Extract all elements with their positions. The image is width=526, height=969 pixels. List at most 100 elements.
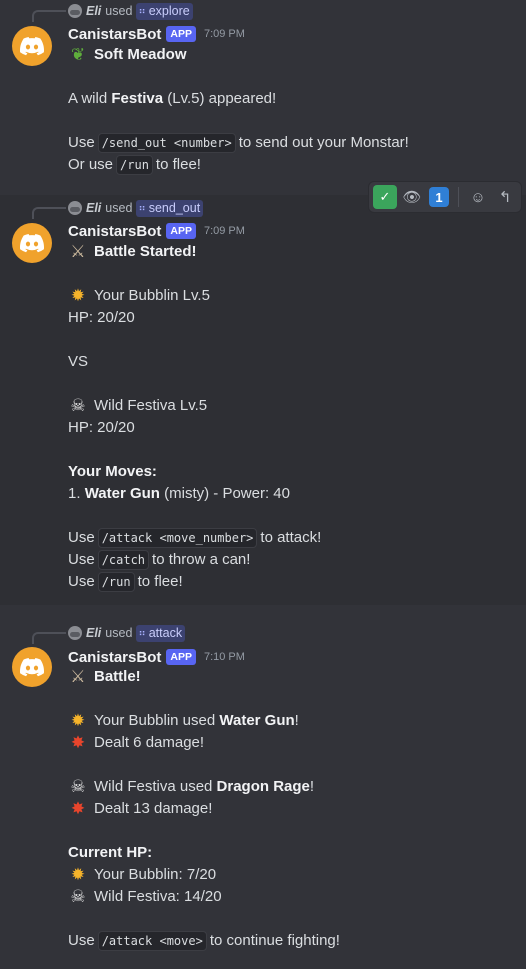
- reply-username[interactable]: Eli: [86, 626, 101, 640]
- inline-code: /catch: [97, 550, 150, 570]
- sun-icon: ✹: [70, 711, 86, 730]
- text: to continue fighting!: [209, 932, 340, 949]
- text: to flee!: [137, 573, 183, 590]
- text: Your Bubblin Lv.5: [94, 287, 210, 304]
- reply-username[interactable]: Eli: [86, 4, 101, 18]
- slash-command-icon: ⠶: [138, 202, 146, 214]
- text: A wild: [68, 90, 108, 107]
- move-name: Water Gun: [219, 712, 295, 729]
- herb-icon: ❦: [70, 45, 86, 64]
- crossed-swords-icon: ⚔: [70, 667, 86, 686]
- inline-code: /attack <move>: [97, 931, 207, 951]
- reply-icon[interactable]: ↰: [493, 185, 517, 209]
- app-tag: APP: [166, 649, 196, 665]
- text: HP: 20/20: [68, 309, 135, 326]
- author-name[interactable]: CanistarsBot: [68, 26, 161, 43]
- toolbar-divider: [458, 187, 459, 207]
- slash-command-icon: ⠶: [138, 627, 146, 639]
- text: Or use: [68, 156, 114, 173]
- message-attack[interactable]: Eli used ⠶ attack CanistarsBot APP 7:10 …: [0, 605, 526, 969]
- text: Use: [68, 529, 95, 546]
- inline-code: /send_out <number>: [97, 133, 236, 153]
- text: Use: [68, 551, 95, 568]
- text: to attack!: [260, 529, 322, 546]
- message-action-toolbar: ✓ 👁 1 ☺ ↰: [368, 181, 522, 213]
- number-one-reaction[interactable]: 1: [429, 187, 449, 207]
- text: (Lv.5) appeared!: [167, 90, 277, 107]
- text: Use: [68, 573, 95, 590]
- timestamp[interactable]: 7:09 PM: [204, 225, 245, 237]
- command-pill-send-out[interactable]: ⠶ send_out: [136, 199, 204, 217]
- eyes-reaction[interactable]: 👁: [400, 185, 424, 209]
- hp-header: Current HP:: [68, 844, 153, 861]
- app-tag: APP: [166, 26, 196, 42]
- command-pill-explore[interactable]: ⠶ explore: [136, 2, 193, 20]
- text: Dealt 6 damage!: [94, 734, 205, 751]
- command-reply-line[interactable]: Eli used ⠶ send_out: [32, 199, 204, 219]
- message-body: ⚔ Battle! ✹ Your Bubblin used Water Gun! ✸…: [68, 666, 518, 952]
- text: Your Bubblin: 7/20: [94, 866, 217, 883]
- battle-title: Battle Started!: [94, 243, 197, 260]
- discord-logo-icon: [20, 658, 44, 677]
- command-name: send_out: [148, 201, 201, 215]
- text: !: [294, 712, 299, 729]
- reply-spine: [32, 632, 66, 644]
- reply-spine: [32, 207, 66, 219]
- monster-name: Festiva: [111, 90, 164, 107]
- bot-avatar[interactable]: [12, 26, 52, 66]
- timestamp[interactable]: 7:09 PM: [204, 28, 245, 40]
- text: Wild Festiva used: [94, 778, 213, 795]
- text: Dealt 13 damage!: [94, 800, 213, 817]
- skull-icon: ☠: [70, 396, 86, 415]
- command-pill-attack[interactable]: ⠶ attack: [136, 624, 186, 642]
- message-send-out[interactable]: Eli used ⠶ send_out CanistarsBot APP 7:0…: [0, 195, 526, 605]
- text: to flee!: [155, 156, 201, 173]
- text: to send out your Monstar!: [238, 134, 409, 151]
- user-mini-avatar[interactable]: [68, 4, 82, 18]
- app-tag: APP: [166, 223, 196, 239]
- location-title: Soft Meadow: [94, 46, 187, 63]
- message-body: ⚔ Battle Started! ✹ Your Bubblin Lv.5 HP: …: [68, 241, 518, 593]
- text: VS: [68, 353, 89, 370]
- check-mark-reaction[interactable]: ✓: [373, 185, 397, 209]
- message-body: ❦ Soft Meadow A wild Festiva (Lv.5) appea…: [68, 44, 518, 176]
- text: !: [309, 778, 315, 795]
- command-reply-line[interactable]: Eli used ⠶ attack: [32, 624, 186, 644]
- reply-used-text: used: [105, 626, 133, 640]
- reply-used-text: used: [105, 4, 133, 18]
- author-name[interactable]: CanistarsBot: [68, 223, 161, 240]
- bot-avatar[interactable]: [12, 223, 52, 263]
- sun-icon: ✹: [70, 865, 86, 884]
- bot-avatar[interactable]: [12, 647, 52, 687]
- crossed-swords-icon: ⚔: [70, 242, 86, 261]
- skull-icon: ☠: [70, 777, 86, 796]
- reply-spine: [32, 10, 66, 22]
- message-explore[interactable]: Eli used ⠶ explore CanistarsBot APP 7:09…: [0, 0, 526, 195]
- user-mini-avatar[interactable]: [68, 201, 82, 215]
- command-reply-line[interactable]: Eli used ⠶ explore: [32, 2, 193, 22]
- text: (misty) - Power: 40: [164, 485, 290, 502]
- discord-logo-icon: [20, 37, 44, 56]
- text: Wild Festiva Lv.5: [94, 397, 208, 414]
- collision-icon: ✸: [70, 799, 86, 818]
- timestamp[interactable]: 7:10 PM: [204, 651, 245, 663]
- message-header: CanistarsBot APP 7:09 PM: [68, 221, 245, 241]
- reply-used-text: used: [105, 201, 133, 215]
- moves-header: Your Moves:: [68, 463, 157, 480]
- sun-icon: ✹: [70, 286, 86, 305]
- text: 1.: [68, 485, 81, 502]
- user-mini-avatar[interactable]: [68, 626, 82, 640]
- collision-icon: ✸: [70, 733, 86, 752]
- message-header: CanistarsBot APP 7:09 PM: [68, 24, 245, 44]
- text: Your Bubblin used: [94, 712, 216, 729]
- add-reaction-icon[interactable]: ☺: [466, 185, 490, 209]
- reply-username[interactable]: Eli: [86, 201, 101, 215]
- move-name: Water Gun: [84, 485, 160, 502]
- message-header: CanistarsBot APP 7:10 PM: [68, 647, 245, 667]
- inline-code: /attack <move_number>: [97, 528, 258, 548]
- command-name: attack: [148, 626, 183, 640]
- text: Use: [68, 134, 95, 151]
- battle-title: Battle!: [94, 668, 141, 685]
- author-name[interactable]: CanistarsBot: [68, 649, 161, 666]
- slash-command-icon: ⠶: [138, 5, 146, 17]
